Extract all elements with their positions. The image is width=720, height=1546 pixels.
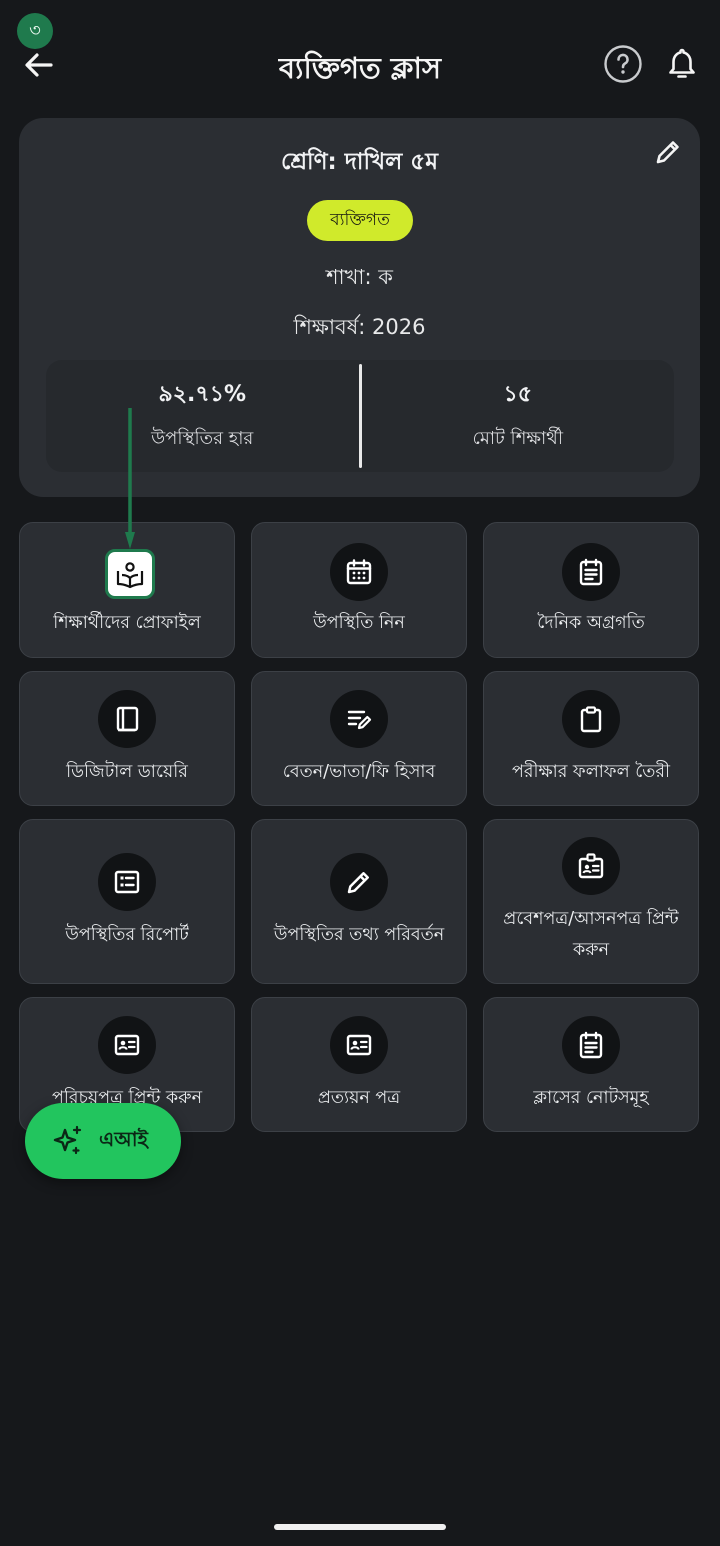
tile-label: উপস্থিতি নিন <box>313 613 405 633</box>
calendar-icon <box>330 543 388 601</box>
notes-icon <box>562 1016 620 1074</box>
student-profile-icon <box>105 549 155 599</box>
class-type-badge: ব্যক্তিগত <box>307 200 413 241</box>
home-indicator[interactable] <box>274 1524 446 1530</box>
stat-label: উপস্থিতির হার <box>151 428 254 449</box>
tile-take-attendance[interactable]: উপস্থিতি নিন <box>251 522 467 658</box>
tile-label: বেতন/ভাতা/ফি হিসাব <box>282 762 436 782</box>
id-card-icon <box>330 1016 388 1074</box>
attendance-rate-stat: ৯২.৭১% উপস্থিতির হার <box>46 360 359 472</box>
pencil-icon <box>330 853 388 911</box>
annotation-arrow-icon <box>125 408 135 549</box>
ai-button-label: এআই <box>99 1126 148 1151</box>
section-text: শাখা: ক <box>326 265 393 289</box>
ai-assistant-button[interactable]: এআই <box>25 1103 181 1179</box>
clipboard-icon <box>562 690 620 748</box>
tile-certificate[interactable]: প্রত্যয়ন পত্র <box>251 997 467 1132</box>
tile-daily-progress[interactable]: দৈনিক অগ্রগতি <box>483 522 699 658</box>
tile-edit-attendance[interactable]: উপস্থিতির তথ্য পরিবর্তন <box>251 819 467 984</box>
bell-icon <box>669 48 695 78</box>
notification-button[interactable] <box>662 44 702 84</box>
tile-digital-diary[interactable]: ডিজিটাল ডায়েরি <box>19 671 235 806</box>
id-card-icon <box>98 1016 156 1074</box>
back-button[interactable] <box>18 44 60 86</box>
badge-icon <box>562 837 620 895</box>
arrow-left-icon <box>25 53 53 77</box>
total-students-stat: ১৫ মোট শিক্ষার্থী <box>362 360 675 472</box>
tile-label: পরীক্ষার ফলাফল তৈরী <box>511 762 671 782</box>
tile-exam-results[interactable]: পরীক্ষার ফলাফল তৈরী <box>483 671 699 806</box>
tile-class-notes[interactable]: ক্লাসের নোটসমূহ <box>483 997 699 1132</box>
stat-label: মোট শিক্ষার্থী <box>472 428 563 449</box>
tile-label: উপস্থিতির তথ্য পরিবর্তন <box>273 925 445 945</box>
book-icon <box>98 690 156 748</box>
tile-admit-card-print[interactable]: প্রবেশপত্র/আসনপত্র প্রিন্ট করুন <box>483 819 699 984</box>
tile-label: প্রত্যয়ন পত্র <box>317 1088 401 1108</box>
sparkle-icon <box>53 1125 82 1155</box>
tile-label: উপস্থিতির রিপোর্ট <box>65 925 189 945</box>
page-title: ব্যক্তিগত ক্লাস <box>278 51 442 85</box>
tile-label: শিক্ষার্থীদের প্রোফাইল <box>53 613 201 633</box>
tile-label: ক্লাসের নোটসমূহ <box>533 1088 649 1108</box>
stat-value: ১৫ <box>503 382 533 407</box>
stat-value: ৯২.৭১% <box>158 382 247 407</box>
tile-attendance-report[interactable]: উপস্থিতির রিপোর্ট <box>19 819 235 984</box>
help-button[interactable] <box>603 44 643 84</box>
academic-year-text: শিক্ষাবর্ষ: 2026 <box>293 315 426 339</box>
class-name: শ্রেণি: দাখিল ৫ম <box>280 149 439 175</box>
list-icon <box>98 853 156 911</box>
tile-fee-accounts[interactable]: বেতন/ভাতা/ফি হিসাব <box>251 671 467 806</box>
edit-note-icon <box>330 690 388 748</box>
stats-box: ৯২.৭১% উপস্থিতির হার ১৫ মোট শিক্ষার্থী <box>46 360 674 472</box>
tile-label: দৈনিক অগ্রগতি <box>537 613 645 633</box>
help-icon <box>604 45 642 83</box>
tile-label: ডিজিটাল ডায়েরি <box>66 762 188 782</box>
notes-icon <box>562 543 620 601</box>
tile-label: প্রবেশপত্র/আসনপত্র প্রিন্ট করুন <box>503 909 679 960</box>
class-info-card: শ্রেণি: দাখিল ৫ম ব্যক্তিগত শাখা: ক শিক্ষ… <box>19 118 700 497</box>
